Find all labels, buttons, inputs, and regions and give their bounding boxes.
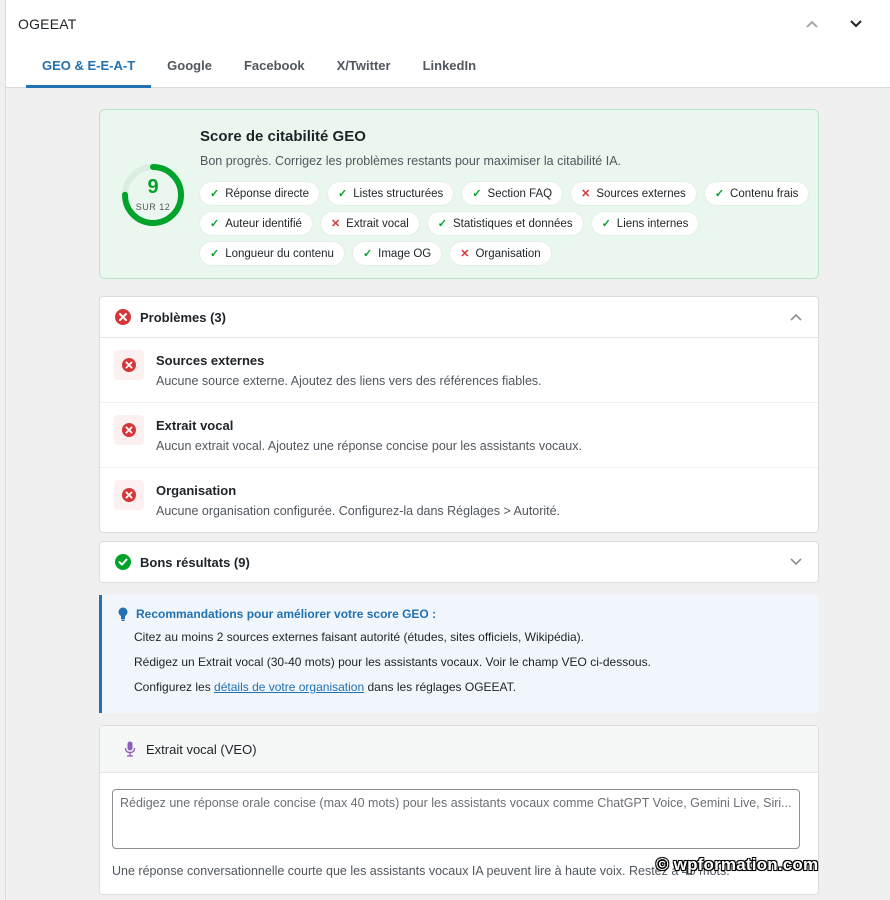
veo-help-text: Une réponse conversationnelle courte que…	[112, 864, 730, 878]
check-chip: ✓ Contenu frais	[704, 182, 809, 205]
error-circle-icon	[115, 309, 131, 325]
tab-x-twitter[interactable]: X/Twitter	[321, 46, 407, 88]
chevron-up-icon	[806, 20, 818, 28]
score-gauge: 9 SUR 12	[120, 162, 186, 228]
check-chip: ✕ Sources externes	[571, 182, 696, 205]
watermark: © wpformation.com	[656, 855, 819, 874]
check-icon: ✓	[472, 188, 482, 200]
check-icon: ✓	[437, 218, 448, 230]
recommendation-item: Configurez les détails de votre organisa…	[134, 680, 516, 694]
toggle-panel-button[interactable]	[842, 10, 870, 38]
check-chip: ✕ Organisation	[450, 242, 551, 265]
problem-title: Sources externes	[156, 353, 265, 368]
microphone-icon	[124, 741, 136, 757]
check-icon: ✓	[362, 248, 373, 260]
cross-icon: ✕	[330, 218, 341, 230]
check-circle-icon	[115, 554, 131, 570]
score-value: 9	[147, 176, 159, 198]
seo-metabox: OGEEAT GEO & E-E-A-T Google Facebook X/T…	[5, 0, 890, 900]
good-results-header[interactable]: Bons résultats (9)	[100, 542, 818, 582]
chevron-down-icon	[790, 558, 802, 566]
problems-panel: Problèmes (3) Sources externes Aucune so…	[99, 296, 819, 533]
check-chip: ✓ Auteur identifié	[200, 212, 312, 235]
recommendation-item: Rédigez un Extrait vocal (30-40 mots) po…	[134, 655, 651, 669]
recommendation-text: Configurez les	[134, 680, 215, 694]
tab-geo-eeat[interactable]: GEO & E-E-A-T	[26, 46, 152, 88]
problem-description: Aucune organisation configurée. Configur…	[156, 504, 561, 518]
good-results-heading: Bons résultats (9)	[140, 554, 250, 570]
check-label: Sources externes	[596, 187, 686, 200]
check-chips: ✓ Réponse directe ✓ Listes structurées ✓ Sect…	[200, 182, 810, 265]
check-label: Section FAQ	[487, 187, 553, 200]
error-icon	[114, 480, 144, 510]
check-chip: ✓ Section FAQ	[462, 182, 563, 205]
problem-item: Extrait vocal Aucun extrait vocal. Ajout…	[100, 403, 818, 468]
organization-details-link[interactable]: détails de votre organisation	[214, 680, 364, 694]
metabox-header: OGEEAT GEO & E-E-A-T Google Facebook X/T…	[6, 0, 890, 88]
check-icon: ✓	[337, 188, 348, 200]
veo-heading: Extrait vocal (VEO)	[146, 741, 257, 757]
check-label: Statistiques et données	[453, 217, 573, 230]
score-title: Score de citabilité GEO	[200, 128, 366, 145]
recommendations-title: Recommandations pour améliorer votre sco…	[118, 607, 436, 621]
check-chip: ✓ Longueur du contenu	[200, 242, 344, 265]
check-icon: ✓	[210, 188, 220, 200]
chevron-down-icon	[850, 20, 862, 28]
problem-title: Extrait vocal	[156, 418, 234, 433]
recommendations-heading: Recommandations pour améliorer votre sco…	[136, 607, 437, 621]
check-label: Auteur identifié	[225, 217, 302, 230]
problems-heading: Problèmes (3)	[140, 309, 226, 325]
veo-textarea[interactable]	[112, 789, 800, 849]
check-label: Liens internes	[616, 217, 689, 230]
check-label: Extrait vocal	[346, 217, 409, 230]
app-title: OGEEAT	[18, 16, 77, 32]
check-chip: ✓ Listes structurées	[327, 182, 454, 205]
cross-icon: ✕	[460, 248, 470, 260]
problems-header[interactable]: Problèmes (3)	[100, 297, 818, 338]
check-label: Image OG	[378, 247, 432, 260]
geo-score-card: 9 SUR 12 Score de citabilité GEO Bon pro…	[99, 109, 819, 279]
check-label: Réponse directe	[225, 187, 309, 200]
problem-item: Sources externes Aucune source externe. …	[100, 338, 818, 403]
check-chip: ✓ Image OG	[352, 242, 442, 265]
check-label: Contenu frais	[730, 187, 799, 200]
check-icon: ✓	[714, 188, 725, 200]
problem-title: Organisation	[156, 483, 237, 498]
move-up-button[interactable]	[798, 10, 826, 38]
error-icon	[114, 350, 144, 380]
check-label: Listes structurées	[353, 187, 444, 200]
problem-description: Aucun extrait vocal. Ajoutez une réponse…	[156, 439, 582, 453]
problem-description: Aucune source externe. Ajoutez des liens…	[156, 374, 542, 388]
error-icon	[114, 415, 144, 445]
check-chip: ✕ Extrait vocal	[320, 212, 419, 235]
lightbulb-icon	[118, 607, 128, 621]
cross-icon: ✕	[581, 188, 591, 200]
check-icon: ✓	[210, 248, 220, 260]
problem-item: Organisation Aucune organisation configu…	[100, 468, 818, 533]
good-results-panel: Bons résultats (9)	[99, 541, 819, 583]
recommendations-box: Recommandations pour améliorer votre sco…	[99, 595, 819, 713]
check-label: Longueur du contenu	[225, 247, 334, 260]
tab-facebook[interactable]: Facebook	[228, 46, 321, 88]
tab-google[interactable]: Google	[151, 46, 228, 88]
recommendation-item: Citez au moins 2 sources externes faisan…	[134, 630, 584, 644]
chevron-up-icon	[790, 313, 802, 321]
score-description: Bon progrès. Corrigez les problèmes rest…	[200, 154, 622, 168]
score-max: SUR 12	[135, 202, 171, 212]
check-chip: ✓ Statistiques et données	[427, 212, 583, 235]
recommendation-text: dans les réglages OGEEAT.	[364, 680, 516, 694]
check-icon: ✓	[601, 218, 611, 230]
check-chip: ✓ Réponse directe	[200, 182, 319, 205]
check-icon: ✓	[210, 218, 220, 230]
tab-bar: GEO & E-E-A-T Google Facebook X/Twitter …	[26, 46, 492, 88]
veo-header: Extrait vocal (VEO)	[100, 726, 818, 773]
tab-linkedin[interactable]: LinkedIn	[407, 46, 492, 88]
check-chip: ✓ Liens internes	[591, 212, 699, 235]
check-label: Organisation	[475, 247, 541, 260]
